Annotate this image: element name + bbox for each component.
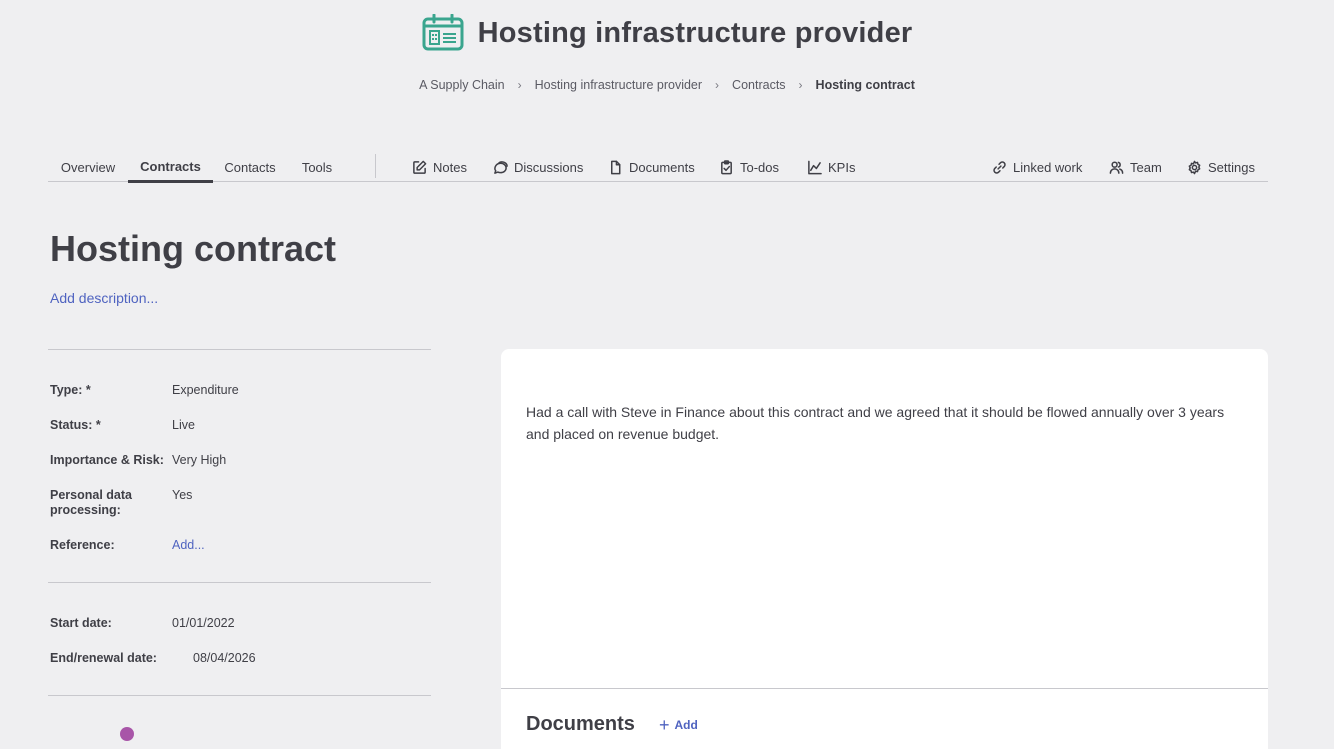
tab-discussions[interactable]: Discussions [493,152,583,182]
status-label: Status: * [50,418,101,432]
tab-label: Documents [629,159,695,175]
tab-settings[interactable]: Settings [1187,152,1255,182]
tab-tools[interactable]: Tools [287,152,347,182]
breadcrumb-item[interactable]: A Supply Chain [419,78,504,92]
add-description-link[interactable]: Add description... [50,290,158,306]
divider [48,582,431,583]
risk-value[interactable]: Very High [172,453,226,468]
personal-data-value[interactable]: Yes [172,488,192,503]
card-divider [501,688,1268,689]
personal-data-label-line1: Personal data [50,488,132,502]
breadcrumb-item[interactable]: Contracts [732,78,786,92]
page-title: Hosting infrastructure provider [477,16,913,49]
documents-heading: Documents [526,713,635,735]
add-document-label: Add [674,718,698,732]
type-value[interactable]: Expenditure [172,383,239,398]
tab-todos[interactable]: To-dos [719,152,779,182]
team-icon [1109,161,1124,174]
tab-label: Team [1130,159,1162,175]
nav-divider [375,154,376,178]
personal-data-label-line2: processing: [50,503,121,517]
breadcrumb-current: Hosting contract [815,78,915,92]
end-date-value[interactable]: 08/04/2026 [193,651,256,666]
chevron-right-icon: › [715,78,720,92]
breadcrumb-item[interactable]: Hosting infrastructure provider [535,78,702,92]
start-date-label: Start date: [50,616,112,630]
divider [48,695,431,696]
status-value[interactable]: Live [172,418,195,433]
chevron-right-icon: › [798,78,803,92]
contract-note-card: Had a call with Steve in Finance about t… [501,349,1268,749]
calendar-building-icon [422,14,464,51]
tab-label: Contacts [224,159,276,175]
reference-add-link[interactable]: Add... [172,538,205,553]
tab-linked-work[interactable]: Linked work [992,152,1082,182]
note-text[interactable]: Had a call with Steve in Finance about t… [526,401,1246,445]
info-dot-icon [120,727,134,741]
tab-label: Linked work [1013,159,1083,175]
tab-overview[interactable]: Overview [48,152,128,182]
plus-icon: + [659,715,670,735]
tab-label: Tools [301,159,333,175]
document-icon [611,160,621,174]
tab-team[interactable]: Team [1109,152,1162,182]
start-date-value[interactable]: 01/01/2022 [172,616,235,631]
chat-bubbles-icon [494,160,508,174]
type-label: Type: * [50,383,91,397]
link-icon [993,160,1006,174]
tab-label: Notes [433,159,467,175]
clipboard-check-icon [721,159,732,174]
divider [48,349,431,350]
tab-label: Discussions [514,159,584,175]
reference-label: Reference: [50,538,115,552]
risk-label: Importance & Risk: [50,453,164,467]
tab-label: Contracts [140,158,201,174]
tab-kpis[interactable]: KPIs [807,152,855,182]
contract-title: Hosting contract [50,228,337,269]
line-chart-icon [808,160,822,174]
chevron-right-icon: › [517,78,522,92]
gear-icon [1188,160,1201,174]
end-date-label: End/renewal date: [50,651,157,665]
nav-tabs: Overview Contracts Contacts Tools Notes … [48,152,1268,183]
tab-label: KPIs [828,159,856,175]
page-header: Hosting infrastructure provider A Supply… [0,0,1334,120]
tab-contracts[interactable]: Contracts [128,152,213,183]
breadcrumb: A Supply Chain › Hosting infrastructure … [0,78,1334,92]
tab-label: Overview [60,159,116,175]
add-document-button[interactable]: + Add [659,715,698,735]
title-row: Hosting infrastructure provider [0,14,1334,52]
pencil-note-icon [413,160,427,174]
tab-notes[interactable]: Notes [412,152,467,182]
tab-contacts[interactable]: Contacts [213,152,287,182]
tab-documents[interactable]: Documents [608,152,695,182]
tab-label: Settings [1208,159,1255,175]
tab-label: To-dos [740,159,780,175]
